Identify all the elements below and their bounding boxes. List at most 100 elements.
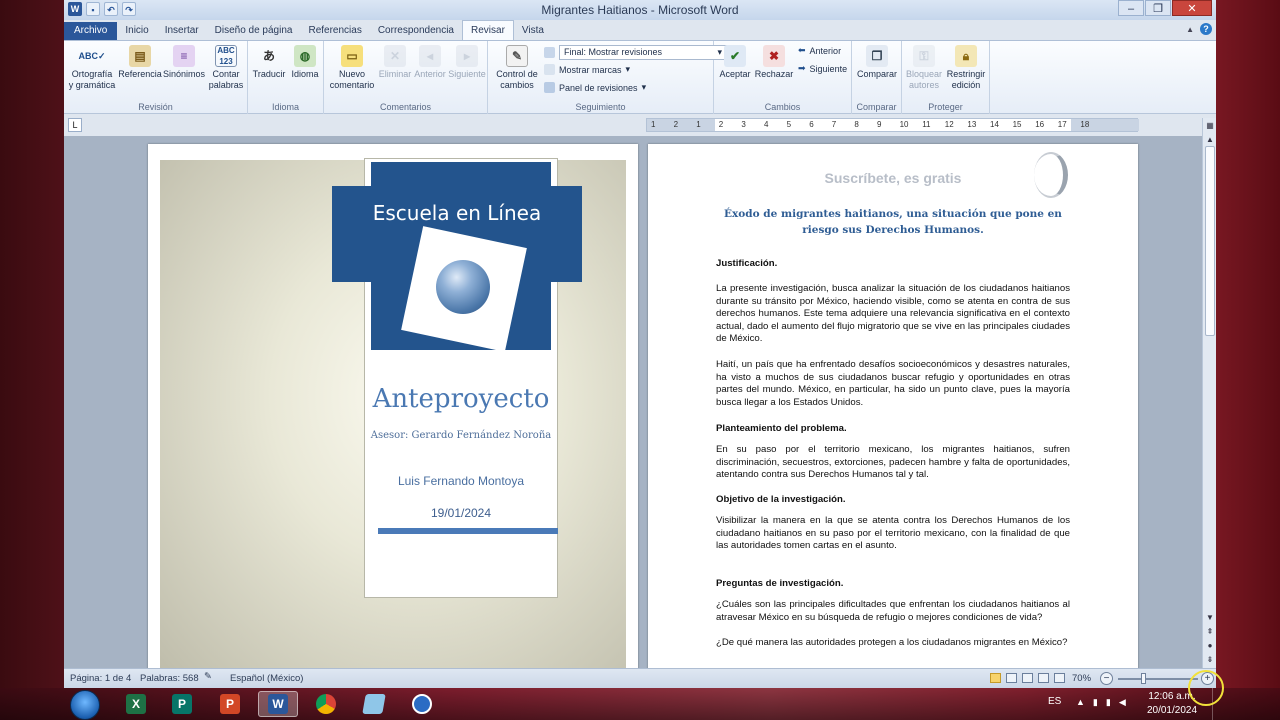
show-markup-button[interactable]: Mostrar marcas ▾ bbox=[544, 64, 630, 75]
volume-icon[interactable]: ◀ bbox=[1119, 697, 1126, 708]
spelling-button[interactable]: ABC✓ Ortografía y gramática bbox=[68, 45, 116, 91]
horizontal-ruler[interactable]: 1 2 1 2 3 4 5 6 7 8 9 10 11 12 13 14 15 16 17 18 bbox=[646, 118, 1139, 132]
word-count-button[interactable]: ABC 123 Contar palabras bbox=[206, 45, 246, 91]
reject-icon: ✖ bbox=[763, 45, 785, 67]
language-button[interactable]: ◍ Idioma bbox=[288, 45, 322, 80]
block-authors-label: Bloquear autores bbox=[905, 69, 943, 90]
accept-button[interactable]: ✔ Aceptar bbox=[716, 45, 754, 80]
zoom-level[interactable]: 70% bbox=[1072, 673, 1091, 684]
power-icon[interactable]: ▮ bbox=[1106, 697, 1111, 708]
page-count[interactable]: Página: 1 de 4 bbox=[70, 673, 131, 684]
reviewing-pane-button[interactable]: Panel de revisiones ▾ bbox=[544, 82, 646, 93]
delete-comment-button[interactable]: ✕ Eliminar bbox=[376, 45, 414, 80]
thesaurus-label: Sinónimos bbox=[162, 69, 206, 79]
thesaurus-button[interactable]: ≡ Sinónimos bbox=[162, 45, 206, 80]
track-changes-icon: ✎ bbox=[506, 45, 528, 67]
ruler-tick-label: 9 bbox=[877, 120, 882, 129]
outline-icon[interactable] bbox=[1038, 673, 1049, 683]
excel-icon[interactable]: X bbox=[116, 691, 156, 717]
notes-icon[interactable] bbox=[354, 691, 394, 717]
research-button[interactable]: ▤ Referencia bbox=[118, 45, 162, 80]
page-cover[interactable]: Escuela en Línea Anteproyecto Asesor: Ge… bbox=[148, 144, 638, 668]
app-icon[interactable] bbox=[402, 691, 442, 717]
publisher-icon[interactable]: P bbox=[162, 691, 202, 717]
paragraph-justificacion-2: Haití, un país que ha enfrentado desafío… bbox=[716, 359, 1070, 408]
word-count[interactable]: Palabras: 568 bbox=[140, 673, 199, 684]
tab-revisar[interactable]: Revisar bbox=[462, 20, 514, 40]
tab-inicio[interactable]: Inicio bbox=[117, 22, 156, 40]
browse-object-icon[interactable]: ● bbox=[1204, 640, 1216, 652]
network-icon[interactable]: ▮ bbox=[1093, 697, 1098, 708]
tab-archivo[interactable]: Archivo bbox=[64, 22, 118, 40]
zoom-slider-thumb[interactable] bbox=[1141, 673, 1146, 684]
minimize-button[interactable]: – bbox=[1118, 0, 1144, 16]
tab-referencias[interactable]: Referencias bbox=[300, 22, 369, 40]
taskbar: X P P W ES ▲ ▮ ▮ ◀ 12:06 a.m. 20/01/2024 bbox=[0, 688, 1280, 720]
chrome-icon[interactable] bbox=[306, 691, 346, 717]
ruler-tick-label: 6 bbox=[809, 120, 814, 129]
ribbon-minimize-icon[interactable]: ▲ bbox=[1186, 25, 1194, 34]
display-for-review-select[interactable]: Final: Mostrar revisiones ▾ bbox=[544, 45, 727, 60]
ruler-tick-label: 11 bbox=[922, 120, 931, 129]
group-revision: ABC✓ Ortografía y gramática ▤ Referencia… bbox=[64, 41, 248, 114]
show-markup-label: Mostrar marcas bbox=[559, 64, 622, 75]
translate-icon: あ bbox=[262, 48, 275, 63]
word-icon[interactable]: W bbox=[258, 691, 298, 717]
tab-correspondencia[interactable]: Correspondencia bbox=[370, 22, 462, 40]
scroll-up-icon[interactable]: ▲ bbox=[1204, 134, 1216, 146]
language-label: Idioma bbox=[291, 69, 319, 79]
input-language[interactable]: ES bbox=[1048, 696, 1061, 707]
delete-comment-label: Eliminar bbox=[378, 69, 412, 79]
zoom-out-icon[interactable]: − bbox=[1100, 672, 1113, 685]
proofing-icon[interactable]: ✎ bbox=[204, 671, 212, 682]
word-count-label: Contar palabras bbox=[208, 69, 244, 90]
reject-button[interactable]: ✖ Rechazar bbox=[754, 45, 794, 80]
draft-icon[interactable] bbox=[1054, 673, 1065, 683]
ruler-tick-label: 1 bbox=[651, 120, 656, 129]
cover-school-name: Escuela en Línea bbox=[372, 201, 542, 225]
print-layout-icon[interactable] bbox=[990, 673, 1001, 683]
ruler-tick-label: 5 bbox=[786, 120, 792, 129]
previous-page-icon[interactable]: ⇞ bbox=[1204, 626, 1216, 638]
start-button-icon[interactable] bbox=[70, 690, 100, 720]
globe-icon: ◍ bbox=[294, 45, 316, 67]
tab-selector[interactable]: L bbox=[68, 118, 82, 132]
track-changes-button[interactable]: ✎ Control de cambios bbox=[492, 45, 542, 91]
web-layout-icon[interactable] bbox=[1022, 673, 1033, 683]
next-page-icon[interactable]: ⇟ bbox=[1204, 654, 1216, 666]
reject-label: Rechazar bbox=[754, 69, 794, 79]
next-comment-button[interactable]: ▸ Siguiente bbox=[448, 45, 486, 80]
ruler-tick-label: 7 bbox=[831, 120, 837, 129]
powerpoint-icon[interactable]: P bbox=[210, 691, 250, 717]
previous-comment-button[interactable]: ◂ Anterior bbox=[412, 45, 448, 80]
next-change-button[interactable]: ➡ Siguiente bbox=[798, 63, 847, 74]
ruler-tick-label: 4 bbox=[764, 120, 769, 129]
group-proteger: ⚿ Bloquear autores 🔒︎ Restringir edición… bbox=[902, 41, 990, 114]
previous-comment-icon: ◂ bbox=[419, 45, 441, 67]
tray-expand-icon[interactable]: ▲ bbox=[1076, 697, 1085, 708]
previous-change-button[interactable]: ⬅ Anterior bbox=[798, 45, 841, 56]
ruler-toggle-icon[interactable]: ▦ bbox=[1204, 120, 1216, 132]
scrollbar-thumb[interactable] bbox=[1205, 146, 1215, 336]
tab-diseno-pagina[interactable]: Diseño de página bbox=[207, 22, 301, 40]
document-area[interactable]: Escuela en Línea Anteproyecto Asesor: Ge… bbox=[64, 136, 1202, 668]
translate-button[interactable]: あ Traducir bbox=[252, 45, 286, 80]
new-comment-button[interactable]: ▭ Nuevo comentario bbox=[328, 45, 376, 91]
close-button[interactable]: ✕ bbox=[1172, 0, 1212, 16]
language-status[interactable]: Español (México) bbox=[230, 673, 303, 684]
vertical-scrollbar[interactable]: ▦ ▲ ▼ ⇞ ● ⇟ bbox=[1202, 118, 1216, 668]
full-screen-reading-icon[interactable] bbox=[1006, 673, 1017, 683]
maximize-button[interactable]: ❐ bbox=[1145, 0, 1171, 16]
tab-insertar[interactable]: Insertar bbox=[157, 22, 207, 40]
block-authors-icon: ⚿ bbox=[913, 45, 935, 67]
restrict-editing-button[interactable]: 🔒︎ Restringir edición bbox=[944, 45, 988, 91]
block-authors-button[interactable]: ⚿ Bloquear autores bbox=[904, 45, 944, 91]
group-label-comentarios: Comentarios bbox=[379, 102, 432, 112]
page-content[interactable]: Suscríbete, es gratis Éxodo de migrantes… bbox=[648, 144, 1138, 668]
tab-vista[interactable]: Vista bbox=[514, 22, 552, 40]
compare-button[interactable]: ❐ Comparar bbox=[854, 45, 900, 80]
zoom-slider[interactable] bbox=[1118, 678, 1198, 680]
help-icon[interactable]: ? bbox=[1200, 23, 1212, 35]
help-area: ▲ ? bbox=[1186, 23, 1212, 35]
scroll-down-icon[interactable]: ▼ bbox=[1204, 612, 1216, 624]
